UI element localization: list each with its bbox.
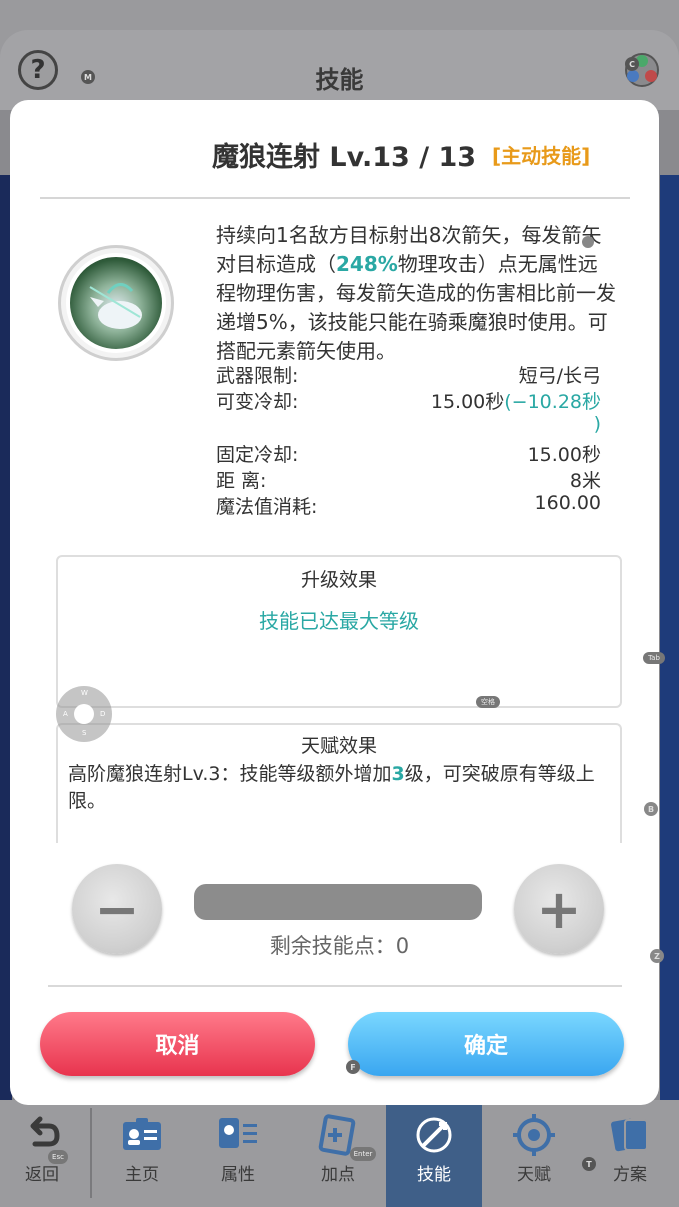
upgrade-effect-title: 升级效果 (300, 569, 377, 591)
element-switch-icon[interactable] (620, 50, 664, 90)
page-title: 技能 (315, 66, 364, 94)
talent-target-icon (513, 1114, 555, 1156)
remaining-skill-points: 剩余技能点：0 (269, 934, 410, 958)
wasd-joystick[interactable]: W A S D (56, 686, 112, 742)
nav-skills-button[interactable]: 技能 (386, 1100, 482, 1207)
nav-points-label: 加点 (321, 1165, 355, 1185)
hotkey-space-badge: 空格 (476, 696, 500, 708)
nav-plan-button[interactable]: 方案 (582, 1100, 678, 1207)
nav-attributes-label: 属性 (221, 1165, 255, 1185)
nav-back-label: 返回 (25, 1165, 59, 1185)
nav-talent-button[interactable]: 天赋 (486, 1100, 582, 1207)
nav-back-button[interactable]: 返回 (0, 1100, 84, 1207)
skill-description: 持续向1名敌方目标射出8次箭矢，每发箭矢对目标造成（248%物理攻击）点无属性远… (216, 223, 616, 363)
hotkey-badge (582, 236, 594, 248)
nav-attributes-button[interactable]: 属性 (190, 1100, 286, 1207)
hotkey-b-badge: B (644, 802, 658, 816)
nav-divider (90, 1108, 92, 1198)
profile-settings-icon (219, 1118, 257, 1148)
nav-home-label: 主页 (125, 1165, 159, 1185)
talent-effect-text: 高阶魔狼连射Lv.3：技能等级额外增加3级，可突破原有等级上限。 (68, 763, 595, 812)
hotkey-esc-badge: Esc (48, 1150, 68, 1164)
damage-percent: 248% (336, 252, 398, 276)
wolf-archer-skill-icon (66, 253, 166, 353)
hotkey-f-badge: F (346, 1060, 360, 1074)
talent-effect-title: 天赋效果 (300, 735, 377, 757)
hotkey-enter-badge: Enter (350, 1147, 376, 1161)
hotkey-tab-badge: Tab (643, 652, 665, 664)
stat-variable-cooldown: 可变冷却: 15.00秒(−10.28秒 ) (216, 391, 601, 435)
nav-plan-label: 方案 (613, 1165, 647, 1185)
divider (40, 197, 630, 199)
id-card-icon (123, 1118, 161, 1150)
sword-skill-icon (416, 1117, 452, 1153)
divider (48, 985, 622, 987)
nav-home-button[interactable]: 主页 (94, 1100, 190, 1207)
hotkey-t-badge: T (582, 1157, 596, 1171)
skill-name: 魔狼连射 Lv.13 / 13 (212, 142, 477, 173)
stat-weapon: 武器限制: 短弓/长弓 (216, 365, 601, 387)
upgrade-effect-panel: 升级效果 技能已达最大等级 (56, 555, 622, 708)
skill-type-tag: [主动技能] (492, 144, 591, 168)
max-level-message: 技能已达最大等级 (259, 609, 419, 633)
stat-mp-cost: 魔法值消耗: 160.00 (216, 492, 601, 518)
nav-skills-label: 技能 (417, 1165, 451, 1185)
confirm-button[interactable]: 确定 (348, 1012, 624, 1076)
stat-range: 距 离: 8米 (216, 470, 601, 492)
nav-talent-label: 天赋 (517, 1165, 551, 1185)
talent-effect-panel: 天赋效果 高阶魔狼连射Lv.3：技能等级额外增加3级，可突破原有等级上限。 (56, 723, 622, 843)
cards-plan-icon (611, 1118, 648, 1152)
bottom-nav: 返回 主页 属性 加点 技能 天赋 方案 (0, 1100, 679, 1207)
cancel-button[interactable]: 取消 (40, 1012, 315, 1076)
level-slider[interactable] (194, 884, 482, 920)
stat-fixed-cooldown: 固定冷却: 15.00秒 (216, 444, 601, 466)
hotkey-c-badge: C (625, 57, 639, 71)
